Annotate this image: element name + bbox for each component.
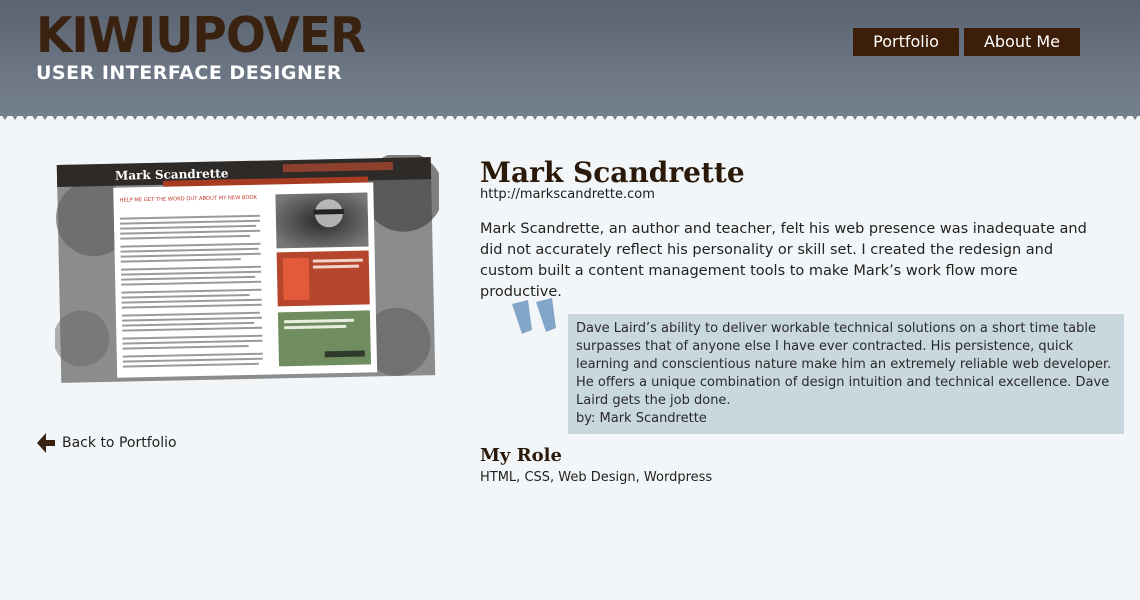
back-to-portfolio-link[interactable]: Back to Portfolio bbox=[36, 432, 177, 454]
testimonial-byline: by: Mark Scandrette bbox=[576, 411, 707, 426]
quote-mark-icon bbox=[512, 298, 556, 334]
my-role-items: HTML, CSS, Web Design, Wordpress bbox=[480, 470, 713, 485]
project-title: Mark Scandrette bbox=[480, 156, 745, 189]
project-screenshot[interactable]: Mark Scandrette HELP ME GET THE WORD OUT… bbox=[55, 155, 439, 385]
my-role-heading: My Role bbox=[480, 445, 562, 466]
site-header: KIWIUPOVER USER INTERFACE DESIGNER Portf… bbox=[0, 0, 1140, 116]
nav-about-button[interactable]: About Me bbox=[963, 28, 1080, 56]
brand-name: KIWIUPOVER bbox=[36, 6, 366, 65]
testimonial-text: Dave Laird’s ability to deliver workable… bbox=[576, 321, 1112, 408]
my-role-section: My Role HTML, CSS, Web Design, Wordpress bbox=[480, 445, 712, 485]
back-link-label: Back to Portfolio bbox=[62, 435, 177, 451]
project-detail: Mark Scandrette http://markscandrette.co… bbox=[480, 156, 1124, 485]
header-zigzag-edge bbox=[0, 112, 1140, 120]
arrow-left-icon bbox=[37, 433, 55, 453]
project-url-link[interactable]: http://markscandrette.com bbox=[480, 187, 1090, 202]
brand-logo[interactable]: KIWIUPOVER USER INTERFACE DESIGNER bbox=[36, 6, 366, 84]
main-nav: Portfolio About Me bbox=[853, 28, 1080, 56]
brand-tagline: USER INTERFACE DESIGNER bbox=[36, 62, 343, 84]
testimonial-box: Dave Laird’s ability to deliver workable… bbox=[568, 314, 1124, 434]
nav-portfolio-button[interactable]: Portfolio bbox=[853, 28, 959, 56]
project-description: Mark Scandrette, an author and teacher, … bbox=[480, 221, 1087, 300]
